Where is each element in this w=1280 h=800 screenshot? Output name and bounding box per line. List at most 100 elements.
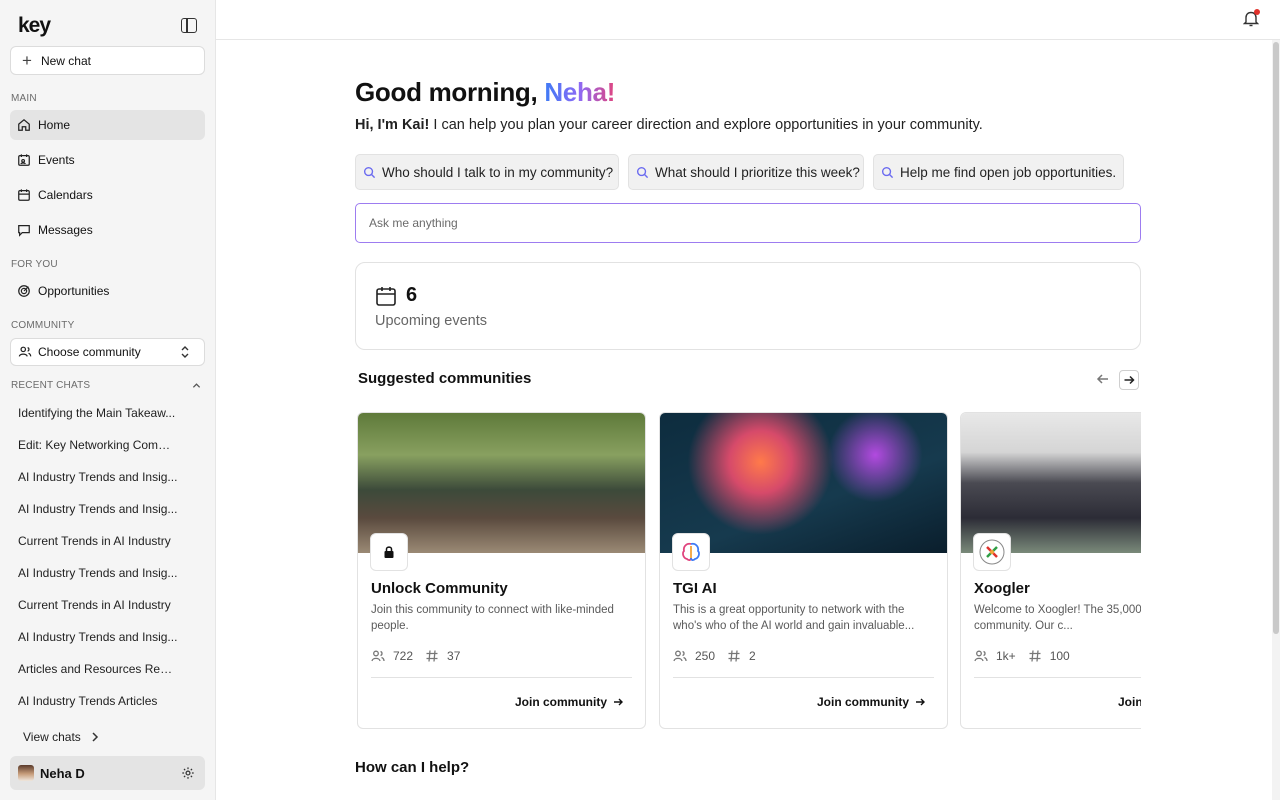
lock-icon: [384, 546, 394, 558]
scrollbar[interactable]: [1272, 40, 1280, 800]
suggestion-chip[interactable]: Help me find open job opportunities.: [873, 154, 1124, 190]
sidebar-item-label: Events: [38, 153, 75, 167]
join-community-button[interactable]: Join community: [817, 695, 925, 709]
sidebar-item-events[interactable]: Events: [10, 145, 205, 175]
sidebar-item-label: Home: [38, 118, 71, 132]
new-chat-label: New chat: [40, 53, 91, 68]
events-icon: [18, 154, 30, 166]
members-icon: [673, 650, 687, 662]
recent-chat-item[interactable]: Edit: Key Networking Comm...: [18, 438, 178, 452]
channel-count: 100: [1049, 649, 1070, 663]
community-select-label: Choose community: [38, 345, 141, 359]
chevron-up-icon[interactable]: [192, 381, 201, 390]
chevron-updown-icon: [181, 346, 189, 358]
upcoming-events-card[interactable]: 6 Upcoming events: [355, 262, 1141, 350]
sidebar-item-home[interactable]: Home: [10, 110, 205, 140]
how-can-i-help-heading: How can I help?: [355, 759, 470, 776]
community-banner-image: [660, 413, 947, 553]
avatar: [18, 765, 34, 781]
notification-dot: [1254, 9, 1260, 15]
home-icon: [18, 118, 30, 131]
join-community-label: Join community: [1117, 695, 1141, 709]
community-description: This is a great opportunity to network w…: [673, 604, 915, 632]
join-community-button[interactable]: Join community: [515, 695, 623, 709]
members-icon: [371, 650, 385, 662]
recent-chat-item[interactable]: AI Industry Trends and Insig...: [18, 630, 178, 644]
suggestion-chip[interactable]: What should I prioritize this week?: [628, 154, 864, 190]
arrow-right-icon: [916, 698, 925, 706]
community-card[interactable]: TGI AI This is a great opportunity to ne…: [659, 412, 948, 729]
app-logo[interactable]: key: [18, 14, 51, 38]
channel-count: 37: [447, 649, 461, 663]
arrow-right-icon: [1124, 375, 1135, 385]
top-bar: [216, 0, 1280, 40]
community-banner-image: [358, 413, 645, 553]
suggestion-chip[interactable]: Who should I talk to in my community?: [355, 154, 619, 190]
view-chats-link[interactable]: View chats: [23, 730, 99, 744]
arrow-left-icon[interactable]: [1095, 371, 1111, 387]
view-chats-label: View chats: [23, 730, 81, 744]
community-name: Unlock Community: [371, 580, 508, 597]
plus-icon: +: [22, 51, 32, 70]
greeting-name: Neha!: [544, 77, 616, 107]
recent-chat-item[interactable]: AI Industry Trends Articles: [18, 694, 178, 708]
community-description: Join this community to connect with like…: [371, 604, 614, 632]
recent-chat-item[interactable]: AI Industry Trends and Insig...: [18, 502, 178, 516]
community-card[interactable]: Xoogler Welcome to Xoogler! The 35,000+ …: [960, 412, 1141, 729]
sidebar-item-calendars[interactable]: Calendars: [10, 180, 205, 210]
search-icon: [636, 166, 649, 178]
recent-chat-item[interactable]: AI Industry Trends and Insig...: [18, 566, 178, 580]
divider: [673, 677, 934, 678]
recent-chat-item[interactable]: AI Industry Trends and Insig...: [18, 470, 178, 484]
recent-chat-item[interactable]: Identifying the Main Takeaw...: [18, 406, 178, 420]
arrow-right-icon: [614, 698, 623, 706]
calendar-icon: [376, 287, 396, 306]
suggestion-chip-label: Who should I talk to in my community?: [382, 164, 614, 180]
member-count: 722: [393, 649, 414, 663]
suggested-communities-title: Suggested communities: [358, 370, 532, 387]
gear-icon[interactable]: [181, 766, 195, 780]
calendar-icon: [18, 189, 30, 201]
scrollbar-thumb[interactable]: [1273, 42, 1279, 634]
community-icon: [18, 346, 32, 357]
community-stats: 1k+ 100: [974, 649, 1070, 663]
sidebar-item-label: Opportunities: [38, 284, 110, 298]
new-chat-button[interactable]: + New chat: [10, 46, 205, 75]
section-label-recent: RECENT CHATS: [11, 380, 91, 391]
community-select[interactable]: Choose community: [10, 338, 205, 366]
messages-icon: [18, 225, 30, 237]
sidebar-item-label: Messages: [38, 223, 93, 237]
divider: [371, 677, 632, 678]
channel-count: 2: [749, 649, 756, 663]
recent-chat-item[interactable]: Current Trends in AI Industry: [18, 598, 178, 612]
xoogler-logo-icon: [979, 539, 1005, 565]
greeting-prefix: Good morning,: [355, 77, 545, 107]
target-icon: [18, 285, 30, 297]
greeting-heading: Good morning, Neha!: [355, 77, 615, 108]
recent-chat-item[interactable]: Articles and Resources Rega...: [18, 662, 178, 676]
sidebar-item-messages[interactable]: Messages: [10, 215, 205, 245]
assistant-intro-text: I can help you plan your career directio…: [429, 117, 983, 133]
community-description: Welcome to Xoogler! The 35,000+ Google A…: [974, 604, 1141, 632]
hash-icon: [426, 650, 438, 662]
member-count: 1k+: [996, 649, 1016, 663]
community-card[interactable]: Unlock Community Join this community to …: [357, 412, 646, 729]
community-banner-image: [961, 413, 1141, 553]
sidebar-item-opportunities[interactable]: Opportunities: [10, 276, 205, 306]
carousel-next-button[interactable]: [1119, 370, 1139, 390]
events-label: Upcoming events: [375, 313, 488, 329]
recent-chat-item[interactable]: Current Trends in AI Industry: [18, 534, 178, 548]
hash-icon: [728, 650, 740, 662]
sidebar-item-label: Calendars: [38, 188, 93, 202]
members-icon: [974, 650, 988, 662]
join-community-label: Join community: [514, 695, 607, 709]
assistant-intro: Hi, I'm Kai! I can help you plan your ca…: [355, 117, 983, 133]
community-stats: 722 37: [371, 649, 460, 663]
ask-input[interactable]: [355, 203, 1141, 243]
user-profile[interactable]: Neha D: [10, 756, 205, 790]
community-logo: [973, 533, 1011, 571]
sidebar-toggle-icon[interactable]: [181, 18, 197, 33]
community-name: TGI AI: [673, 580, 717, 597]
section-label-main: MAIN: [11, 93, 37, 104]
join-community-button[interactable]: Join community: [1118, 695, 1141, 709]
